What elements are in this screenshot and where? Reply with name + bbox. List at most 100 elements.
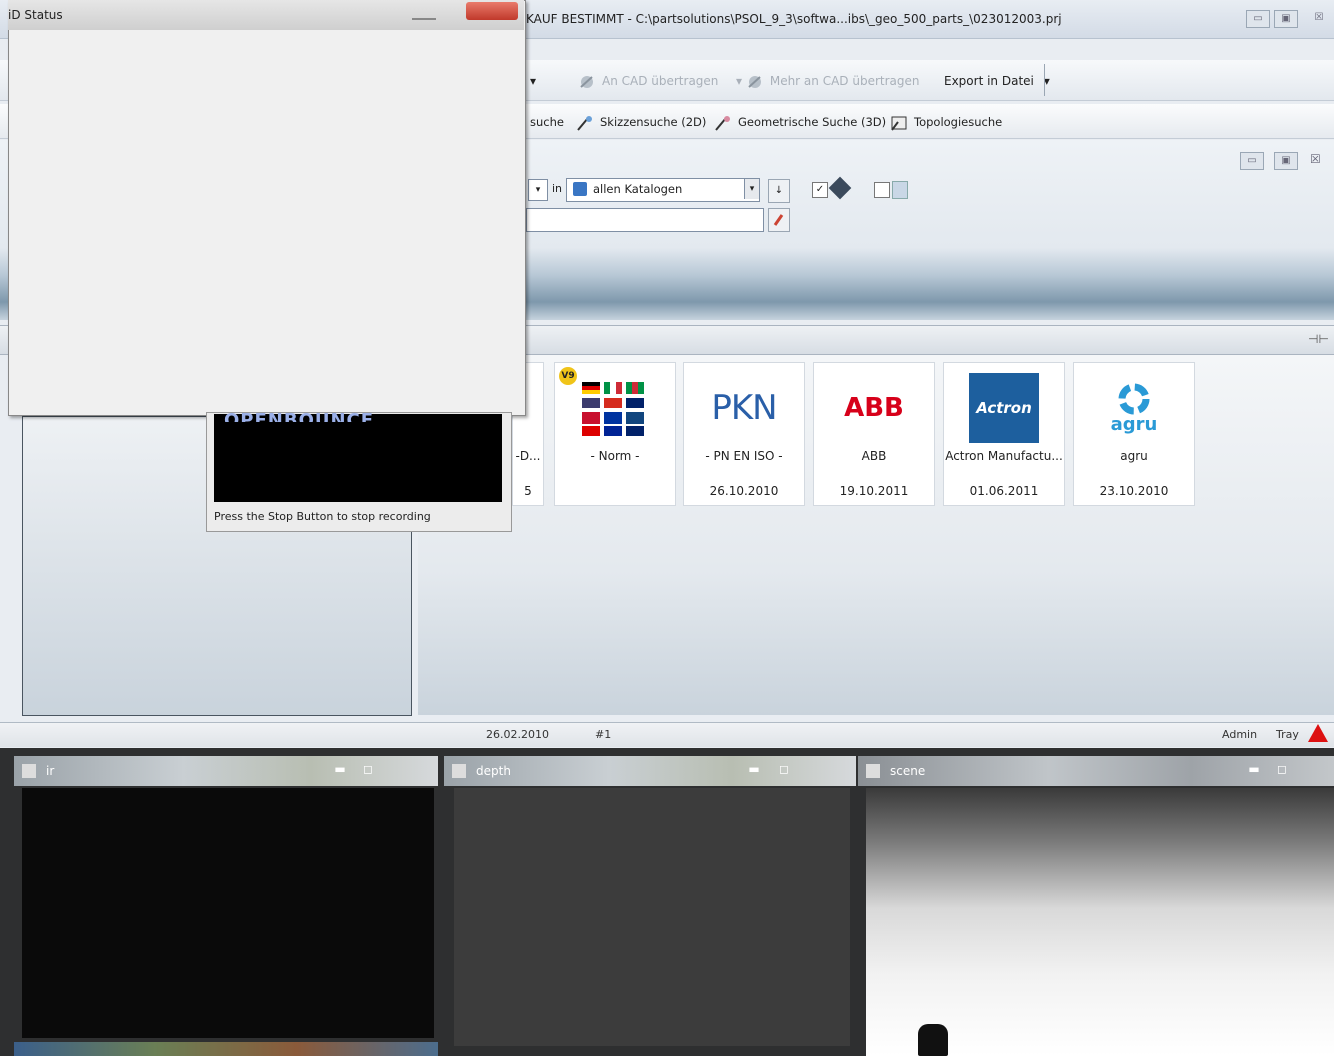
status-number: #1 <box>595 728 612 741</box>
status-window <box>8 0 526 416</box>
sketch-icon <box>576 114 594 132</box>
taskbar-strip <box>14 1042 438 1056</box>
maximize-button[interactable]: ◻ <box>358 762 378 776</box>
status-user: Admin <box>1222 728 1258 741</box>
panel-minimize-button[interactable]: ▭ <box>1240 152 1264 170</box>
status-close-button[interactable] <box>466 2 518 20</box>
catalog-browse-button[interactable]: ↓ <box>768 179 790 203</box>
window-app-icon <box>22 764 36 778</box>
close-button[interactable]: ☒ <box>1308 10 1330 26</box>
geometry-icon <box>714 114 732 132</box>
panel-close-button[interactable]: ☒ <box>1310 152 1321 166</box>
recorder-preview <box>214 414 502 502</box>
option-checkbox-2[interactable] <box>874 182 890 198</box>
catalog-name: -D... <box>515 449 541 463</box>
toolbar-divider <box>1044 64 1045 96</box>
status-window-titlebar[interactable] <box>8 0 524 30</box>
catalog-tile[interactable]: ABB ABB 19.10.2011 <box>813 362 935 506</box>
status-bar <box>0 722 1334 747</box>
catalog-tile[interactable]: Actron Actron Manufactu... 01.06.2011 <box>943 362 1065 506</box>
sketch-search-label: Skizzensuche (2D) <box>600 115 707 129</box>
multi-to-cad-label: Mehr an CAD übertragen <box>769 74 920 88</box>
dropdown-arrow-icon: ▾ <box>736 74 746 88</box>
status-window-title: iD Status <box>8 8 63 22</box>
depth-window-title: depth <box>476 764 511 778</box>
catalog-name: Actron Manufactu... <box>945 449 1063 463</box>
catalog-date: 23.10.2010 <box>1099 484 1169 498</box>
scene-window: scene ▬ ◻ <box>858 756 1334 1056</box>
export-label: Export in Datei <box>944 74 1034 88</box>
splitter-handle[interactable]: ⊣⊢ <box>1308 332 1329 346</box>
cad-transfer-icon <box>746 73 764 91</box>
depth-viewport <box>454 788 850 1046</box>
catalog-icon <box>573 182 587 196</box>
warning-icon <box>1308 724 1328 742</box>
catalog-tile[interactable]: agru agru 23.10.2010 <box>1073 362 1195 506</box>
catalog-name: ABB <box>861 449 887 463</box>
status-date: 26.02.2010 <box>486 728 549 741</box>
window-app-icon <box>452 764 466 778</box>
export-button[interactable]: Export in Datei ▾ <box>944 70 1050 92</box>
catalog-select-value: allen Katalogen <box>593 182 683 196</box>
tab-geometric-search[interactable]: Geometrische Suche (3D) <box>714 112 886 132</box>
option-checkbox-1[interactable]: ✓ <box>812 182 828 198</box>
actron-logo: Actron <box>969 373 1039 443</box>
abb-logo: ABB <box>844 393 904 423</box>
topology-icon <box>890 114 908 132</box>
minimize-button[interactable]: ▬ <box>744 762 764 776</box>
maximize-button[interactable]: ▣ <box>1274 10 1298 28</box>
search-field-dropdown[interactable]: ▾ <box>528 179 548 201</box>
scene-window-titlebar[interactable]: scene ▬ ◻ <box>858 756 1334 786</box>
catalog-date: 19.10.2011 <box>839 484 909 498</box>
tab-sketch-search[interactable]: Skizzensuche (2D) <box>576 112 706 132</box>
catalog-date: 01.06.2011 <box>969 484 1039 498</box>
window-app-icon <box>866 764 880 778</box>
maximize-button[interactable]: ◻ <box>1272 762 1292 776</box>
maximize-button[interactable]: ◻ <box>774 762 794 776</box>
geometric-search-label: Geometrische Suche (3D) <box>738 115 887 129</box>
toolbar-dropdown[interactable]: ▾ <box>530 70 536 92</box>
document-icon <box>892 181 908 199</box>
catalog-tile[interactable]: V9 - Norm - <box>554 362 676 506</box>
catalog-tile[interactable]: PKN - PN EN ISO - 26.10.2010 <box>683 362 805 506</box>
minimize-button[interactable]: ▬ <box>1244 762 1264 776</box>
catalog-name: - Norm - <box>590 449 640 463</box>
scene-figure <box>918 1024 948 1056</box>
tab-fulltext-search[interactable]: suche <box>530 112 564 132</box>
catalog-name: - PN EN ISO - <box>705 449 783 463</box>
flags-icon <box>565 373 665 443</box>
recorder-preview-text: OPENBOUNCE <box>224 410 375 422</box>
scene-window-title: scene <box>890 764 926 778</box>
topology-search-label: Topologiesuche <box>914 115 1003 129</box>
depth-window-titlebar[interactable]: depth ▬ ◻ <box>444 756 856 786</box>
minimize-button[interactable]: ▭ <box>1246 10 1270 28</box>
search-input[interactable] <box>526 208 764 232</box>
catalog-date: 5 <box>524 484 532 498</box>
depth-window: depth ▬ ◻ <box>444 756 856 1056</box>
status-mode: Tray <box>1276 728 1299 741</box>
cad-transfer-icon <box>578 73 596 91</box>
multi-to-cad-button[interactable]: ▾ Mehr an CAD übertragen <box>736 70 920 92</box>
ir-window-titlebar[interactable]: ir ▬ ◻ <box>14 756 438 786</box>
catalog-select[interactable]: allen Katalogen ▾ <box>566 178 760 202</box>
chevron-down-icon[interactable]: ▾ <box>744 179 759 199</box>
to-cad-button[interactable]: An CAD übertragen <box>578 70 718 92</box>
ir-viewport <box>22 788 434 1038</box>
minimize-button[interactable]: ▬ <box>330 762 350 776</box>
search-icon <box>773 214 784 226</box>
catalog-name: agru <box>1120 449 1148 463</box>
pkn-logo: PKN <box>711 388 777 428</box>
search-go-button[interactable] <box>768 208 790 232</box>
catalog-date: 26.10.2010 <box>709 484 779 498</box>
scene-viewport <box>866 788 1334 1056</box>
dropdown-arrow-icon: ▾ <box>530 74 537 88</box>
panel-maximize-button[interactable]: ▣ <box>1274 152 1298 170</box>
in-label: in <box>552 182 563 195</box>
ir-window: ir ▬ ◻ <box>14 756 438 1056</box>
status-minimize-button[interactable] <box>412 8 436 20</box>
recorder-hint: Press the Stop Button to stop recording <box>214 510 431 523</box>
tab-topology-search[interactable]: Topologiesuche <box>890 112 1002 132</box>
main-window-title: KAUF BESTIMMT - C:\partsolutions\PSOL_9_… <box>526 12 1062 26</box>
agru-logo: agru <box>1084 373 1184 443</box>
ir-window-title: ir <box>46 764 55 778</box>
